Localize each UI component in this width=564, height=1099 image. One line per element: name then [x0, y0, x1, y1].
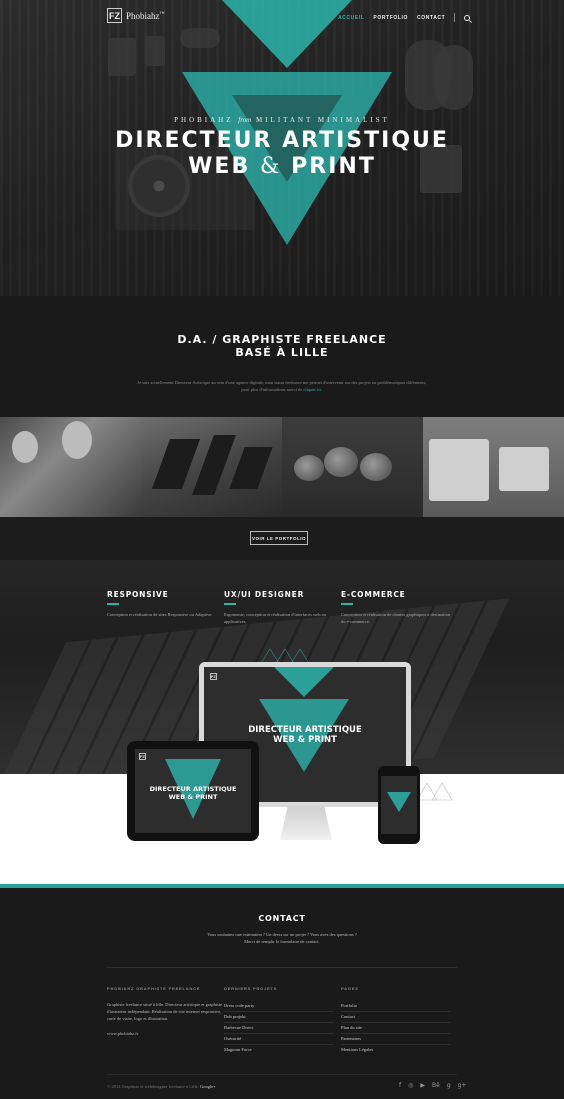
page-link[interactable]: Portfolio	[341, 1001, 451, 1012]
tablet-screen: FZ DIRECTEUR ARTISTIQUE WEB & PRINT	[135, 749, 251, 833]
footer-about-text: Graphiste freelance situé à lille. Direc…	[107, 1002, 223, 1021]
food-item-1	[294, 455, 324, 481]
alarm-device	[429, 439, 489, 501]
footer-pages-heading: PAGES	[341, 986, 359, 991]
intro-title: D.A. / GRAPHISTE FREELANCE BASÉ À LILLE	[177, 333, 387, 359]
portfolio-photo-graffiti[interactable]	[141, 417, 282, 517]
view-portfolio-button[interactable]: VOIR LE PORTFOLIO	[250, 531, 308, 545]
project-link[interactable]: Osécurité	[224, 1034, 334, 1045]
service-text: Conception et réalisation de chartes gra…	[341, 611, 451, 624]
footer-projects-heading: DERNIERS PROJETS	[224, 986, 278, 991]
food-item-2	[324, 447, 358, 477]
hero-title-line1: DIRECTEUR ARTISTIQUE	[115, 128, 449, 153]
hero-section: FZ Phobiahz™ ACCUEIL PORTFOLIO CONTACT P…	[0, 0, 564, 296]
page-link[interactable]: Plan du site	[341, 1023, 451, 1034]
portfolio-button-bar: VOIR LE PORTFOLIO	[0, 517, 564, 560]
service-title: E-COMMERCE	[341, 590, 406, 599]
page-link[interactable]: Contact	[341, 1012, 451, 1023]
phone-screen	[381, 776, 417, 834]
phone-triangles	[387, 792, 411, 812]
hero-title: DIRECTEUR ARTISTIQUE WEB & PRINT	[0, 128, 564, 180]
phone-mockup	[378, 766, 420, 844]
tablet-title: DIRECTEUR ARTISTIQUE WEB & PRINT	[149, 785, 237, 801]
project-link[interactable]: Dub projekt	[224, 1012, 334, 1023]
tablet-mockup: FZ DIRECTEUR ARTISTIQUE WEB & PRINT	[127, 741, 259, 841]
graffiti-shape-1	[151, 439, 201, 489]
contact-lead: Vous souhaitez une estimation ? Un devis…	[207, 932, 357, 944]
alarm-panel	[499, 447, 549, 491]
intro-text: Je suis actuellement Directeur Artistiqu…	[137, 380, 427, 392]
nav-contact[interactable]: CONTACT	[417, 15, 445, 21]
portfolio-photo-food[interactable]	[282, 417, 423, 517]
facebook-icon[interactable]: f	[399, 1082, 401, 1089]
copyright: © 2014 Graphiste et webdesigner freelanc…	[107, 1084, 216, 1089]
tablet-logo: FZ	[139, 753, 146, 760]
search-icon[interactable]	[464, 14, 471, 21]
nav-accueil[interactable]: ACCUEIL	[338, 15, 364, 21]
service-accent-bar	[107, 603, 119, 605]
nav-divider	[454, 13, 456, 22]
intro-section: D.A. / GRAPHISTE FREELANCE BASÉ À LILLE J…	[0, 296, 564, 417]
footer-pages: PAGES Portfolio Contact Plan du site Par…	[341, 986, 451, 1055]
logo-text: Phobiahz™	[126, 10, 165, 21]
contact-divider	[107, 967, 457, 968]
intro-link[interactable]: cliquer ici.	[303, 387, 322, 392]
page-link[interactable]: Partenaires	[341, 1034, 451, 1045]
page-link[interactable]: Mentions Légales	[341, 1045, 451, 1055]
nav-portfolio[interactable]: PORTFOLIO	[373, 15, 408, 21]
footer-projects: DERNIERS PROJETS Dress code party Dub pr…	[224, 986, 334, 1055]
portrait-face-2	[62, 421, 92, 459]
social-links: f ◎ ▶ Bē g g+	[399, 1082, 466, 1089]
project-link[interactable]: Magnum Force	[224, 1045, 334, 1055]
google-icon[interactable]: g	[447, 1082, 451, 1089]
logo-mark: FZ	[107, 8, 122, 23]
service-responsive: RESPONSIVE Conception et réalisation de …	[107, 590, 217, 618]
footer-site-url[interactable]: www.phobiahz.fr	[107, 1030, 225, 1037]
food-item-3	[360, 453, 392, 481]
behance-icon[interactable]: Bē	[432, 1082, 440, 1089]
portfolio-strip	[0, 417, 564, 517]
service-title: RESPONSIVE	[107, 590, 169, 599]
service-ecommerce: E-COMMERCE Conception et réalisation de …	[341, 590, 451, 625]
contact-section: CONTACT Vous souhaitez une estimation ? …	[0, 888, 564, 1099]
project-link[interactable]: Dress code party	[224, 1001, 334, 1012]
main-nav: ACCUEIL PORTFOLIO CONTACT	[338, 13, 471, 22]
monitor-logo: FZ	[210, 673, 217, 680]
hero-title-line2: WEB & PRINT	[188, 154, 376, 179]
service-uxui: UX/UI DESIGNER Ergonomie, conception et …	[224, 590, 334, 625]
service-accent-bar	[224, 603, 236, 605]
portfolio-photo-alarm[interactable]	[423, 417, 564, 517]
service-accent-bar	[341, 603, 353, 605]
contact-title: CONTACT	[258, 914, 306, 923]
service-title: UX/UI DESIGNER	[224, 590, 305, 599]
hero-subtitle: PHOBIAHZ from MILITANT MINIMALIST	[174, 116, 390, 124]
dribbble-icon[interactable]: ◎	[408, 1082, 413, 1089]
service-text: Conception et réalisation de sites Respo…	[107, 611, 213, 617]
google-plus-link[interactable]: Google+	[200, 1084, 216, 1089]
footer-about-heading: PHOBIAHZ GRAPHISTE FREELANCE	[107, 986, 201, 991]
google-plus-icon[interactable]: g+	[458, 1082, 467, 1089]
site-logo[interactable]: FZ Phobiahz™	[107, 8, 164, 23]
graffiti-shape-3	[229, 447, 273, 489]
project-link[interactable]: Barbecue Direct	[224, 1023, 334, 1034]
footer-divider	[107, 1074, 457, 1075]
portfolio-photo-portraits[interactable]	[0, 417, 141, 517]
service-text: Ergonomie, conception et réalisation d'i…	[224, 611, 327, 624]
youtube-icon[interactable]: ▶	[420, 1082, 425, 1089]
footer-about: PHOBIAHZ GRAPHISTE FREELANCE Graphiste f…	[107, 986, 225, 1037]
portrait-face-1	[12, 431, 38, 463]
monitor-stand	[280, 806, 332, 840]
top-triangle	[222, 0, 352, 68]
